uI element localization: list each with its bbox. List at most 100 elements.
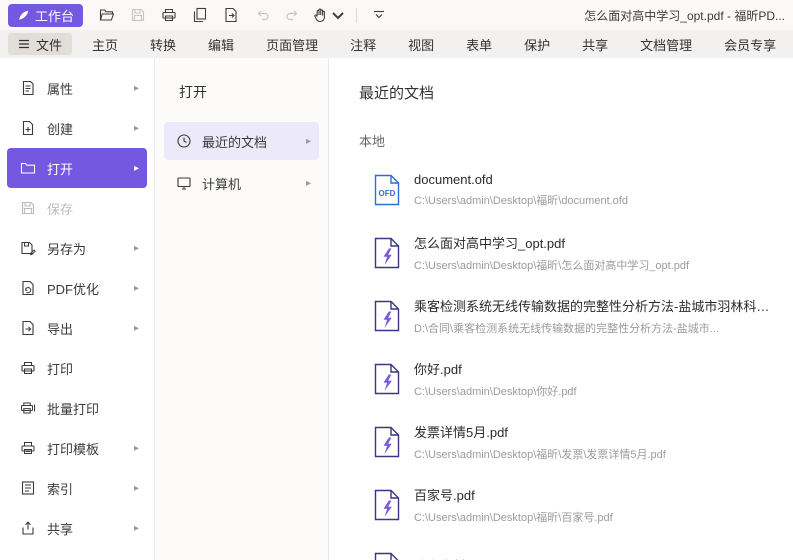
menu-member[interactable]: 会员专享: [724, 35, 776, 54]
file-path: C:\Users\admin\Desktop\你好.pdf: [414, 383, 773, 399]
save-icon: [20, 200, 36, 216]
file-item[interactable]: 百家号.pdf C:\Users\admin\Desktop\福昕\百家号.pd…: [329, 473, 793, 536]
properties-icon: [20, 80, 36, 96]
export-icon: [20, 320, 36, 336]
chevron-right-icon: ▸: [134, 163, 139, 174]
sidebar-label: 导出: [47, 319, 134, 338]
hand-tool-icon: [312, 7, 328, 23]
chevron-right-icon: ▸: [134, 243, 139, 254]
sidebar-item-pdf-optimize[interactable]: PDF优化 ▸: [7, 268, 147, 308]
panel-item-computer[interactable]: 计算机 ▸: [164, 164, 319, 202]
collapse-toolbar-icon: [371, 7, 387, 23]
copy-icon: [192, 7, 208, 23]
chevron-right-icon: ▸: [134, 283, 139, 294]
print-icon: [20, 360, 36, 376]
sidebar-item-properties[interactable]: 属性 ▸: [7, 68, 147, 108]
chevron-right-icon: ▸: [134, 323, 139, 334]
titlebar: 工作台: [0, 0, 793, 30]
menu-share[interactable]: 共享: [582, 35, 608, 54]
menu-edit[interactable]: 编辑: [208, 35, 234, 54]
sidebar-item-create[interactable]: 创建 ▸: [7, 108, 147, 148]
sidebar-label: 打印模板: [47, 439, 134, 458]
chevron-right-icon: ▸: [134, 483, 139, 494]
ofd-file-icon: [374, 174, 400, 206]
file-path: C:\Users\admin\Desktop\福昕\百家号.pdf: [414, 509, 773, 525]
sidebar-item-print-template[interactable]: 打印模板 ▸: [7, 428, 147, 468]
pdf-optimize-icon: [20, 280, 36, 296]
menu-form[interactable]: 表单: [466, 35, 492, 54]
save-icon: [130, 7, 146, 23]
share-icon: [20, 520, 36, 536]
foxit-pdf-window: 工作台: [0, 0, 793, 560]
create-icon: [20, 120, 36, 136]
menu-doc-manage[interactable]: 文档管理: [640, 35, 692, 54]
sidebar-label: 保存: [47, 199, 139, 218]
recent-file-list: document.ofd C:\Users\admin\Desktop\福昕\d…: [329, 158, 793, 560]
create-doc-button[interactable]: [217, 3, 245, 27]
clock-icon: [176, 133, 192, 149]
file-name: 稿定素材-806381.pdf: [414, 556, 773, 560]
menu-page-manage[interactable]: 页面管理: [266, 35, 318, 54]
panel-item-label: 最近的文档: [202, 132, 306, 151]
file-path: C:\Users\admin\Desktop\福昕\document.ofd: [414, 192, 773, 208]
menu-items: 主页 转换 编辑 页面管理 注释 视图 表单 保护 共享 文档管理 会员专享: [92, 35, 785, 54]
index-icon: [20, 480, 36, 496]
sidebar-item-export[interactable]: 导出 ▸: [7, 308, 147, 348]
menu-file-label: 文件: [36, 35, 62, 54]
file-name: document.ofd: [414, 172, 773, 187]
file-item[interactable]: 乘客检测系统无线传输数据的完整性分析方法-盐城市羽林科技... D:\合同\乘客…: [329, 284, 793, 347]
file-item[interactable]: 稿定素材-806381.pdf: [329, 536, 793, 560]
file-item[interactable]: document.ofd C:\Users\admin\Desktop\福昕\d…: [329, 158, 793, 221]
menu-file[interactable]: 文件: [8, 33, 72, 55]
recent-documents-view: 最近的文档 本地 document.ofd C:\Users\admin\Des…: [329, 58, 793, 560]
file-name: 怎么面对高中学习_opt.pdf: [414, 233, 773, 252]
print-button[interactable]: [155, 3, 183, 27]
sidebar-label: 打印: [47, 359, 139, 378]
workspace-label: 工作台: [35, 6, 74, 25]
file-name: 百家号.pdf: [414, 485, 773, 504]
file-item[interactable]: 发票详情5月.pdf C:\Users\admin\Desktop\福昕\发票\…: [329, 410, 793, 473]
file-name: 发票详情5月.pdf: [414, 422, 773, 441]
sidebar-item-save-as[interactable]: 另存为 ▸: [7, 228, 147, 268]
local-section-label: 本地: [329, 131, 793, 150]
menu-home[interactable]: 主页: [92, 35, 118, 54]
menu-convert[interactable]: 转换: [150, 35, 176, 54]
panel-item-recent-documents[interactable]: 最近的文档 ▸: [164, 122, 319, 160]
file-backstage: 属性 ▸ 创建 ▸ 打开 ▸ 保存 另存为 ▸: [0, 58, 793, 560]
sidebar-item-batch-print[interactable]: 批量打印: [7, 388, 147, 428]
menu-protect[interactable]: 保护: [524, 35, 550, 54]
menu-comment[interactable]: 注释: [350, 35, 376, 54]
chevron-right-icon: ▸: [306, 136, 311, 147]
print-template-icon: [20, 440, 36, 456]
sidebar-label: 打开: [47, 159, 134, 178]
redo-button: [279, 3, 307, 27]
undo-button: [248, 3, 276, 27]
sidebar-item-print[interactable]: 打印: [7, 348, 147, 388]
foxit-logo-icon: [17, 9, 30, 22]
sidebar-item-share[interactable]: 共享 ▸: [7, 508, 147, 548]
toolbar-collapse-button[interactable]: [365, 3, 393, 27]
file-path: C:\Users\admin\Desktop\福昕\怎么面对高中学习_opt.p…: [414, 257, 773, 273]
sidebar-label: 索引: [47, 479, 134, 498]
file-item[interactable]: 你好.pdf C:\Users\admin\Desktop\你好.pdf: [329, 347, 793, 410]
chevron-right-icon: ▸: [134, 443, 139, 454]
sidebar-label: 另存为: [47, 239, 134, 258]
pdf-file-icon: [374, 426, 400, 458]
sidebar-item-open[interactable]: 打开 ▸: [7, 148, 147, 188]
copy-button[interactable]: [186, 3, 214, 27]
undo-icon: [254, 7, 270, 23]
workspace-button[interactable]: 工作台: [8, 4, 83, 27]
chevron-right-icon: ▸: [134, 83, 139, 94]
sidebar-label: 创建: [47, 119, 134, 138]
document-title: 怎么面对高中学习_opt.pdf - 福昕PD...: [584, 7, 785, 24]
open-file-button[interactable]: [93, 3, 121, 27]
file-item[interactable]: 怎么面对高中学习_opt.pdf C:\Users\admin\Desktop\…: [329, 221, 793, 284]
sidebar-item-index[interactable]: 索引 ▸: [7, 468, 147, 508]
page-export-icon: [223, 7, 239, 23]
pdf-file-icon: [374, 237, 400, 269]
sidebar-item-save: 保存: [7, 188, 147, 228]
menu-view[interactable]: 视图: [408, 35, 434, 54]
hand-tool-button[interactable]: [310, 3, 348, 27]
chevron-down-icon: [330, 7, 346, 23]
toolbar-separator: [356, 8, 357, 23]
